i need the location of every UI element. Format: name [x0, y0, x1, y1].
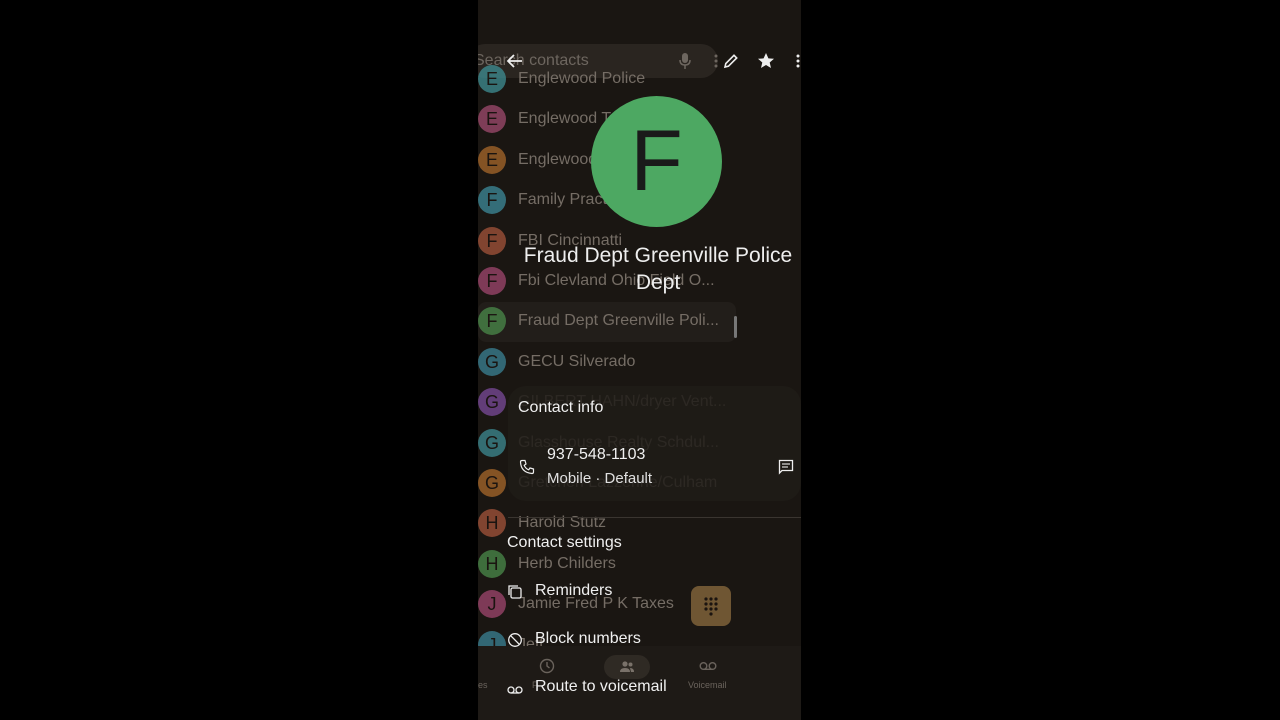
contact-avatar-small: F: [478, 267, 506, 295]
section-divider: [508, 517, 801, 518]
star-icon[interactable]: [756, 51, 776, 71]
setting-block-numbers[interactable]: Block numbers: [535, 630, 641, 648]
contact-avatar-small: H: [478, 509, 506, 538]
phone-icon: [519, 459, 535, 475]
reminders-icon: [508, 585, 522, 599]
contact-name-item: Herb Childers: [518, 554, 616, 572]
contact-avatar-small: F: [478, 186, 506, 215]
contact-name-item: Fraud Dept Greenville Poli...: [518, 312, 719, 330]
contact-avatar-small: E: [478, 65, 506, 93]
contact-row[interactable]: F Fraud Dept Greenville Poli...: [478, 301, 801, 341]
setting-reminders[interactable]: Reminders: [535, 582, 612, 600]
contact-row[interactable]: J Jamie Fred P K Taxes: [478, 584, 801, 624]
contact-name-item: GECU Silverado: [518, 352, 636, 370]
voicemail-icon: [507, 686, 523, 694]
scrollbar-thumb[interactable]: [734, 316, 737, 338]
contact-info-title: Contact info: [518, 399, 604, 416]
clock-icon[interactable]: [539, 658, 555, 674]
phone-label: Mobile · Default: [547, 470, 653, 487]
message-icon[interactable]: [778, 459, 794, 475]
contact-avatar-small: E: [478, 145, 506, 174]
contact-avatar-small: F: [478, 307, 506, 336]
contact-avatar-small: F: [478, 226, 506, 255]
nav-label-voicemail[interactable]: Voicemail: [688, 680, 727, 690]
contact-avatar-small: G: [478, 469, 506, 497]
phone-number[interactable]: 937-548-1103: [547, 446, 645, 464]
contact-settings-title: Contact settings: [507, 534, 622, 551]
contact-avatar-small: G: [478, 347, 506, 376]
voicemail-nav-icon[interactable]: [699, 660, 717, 672]
nav-contacts-active[interactable]: [604, 655, 650, 679]
back-arrow-icon[interactable]: [506, 52, 524, 70]
contact-row[interactable]: E Englewood Police: [478, 59, 801, 99]
dialpad-button[interactable]: [691, 586, 731, 626]
dialpad-icon: [704, 597, 718, 616]
contact-avatar-small: G: [478, 428, 506, 457]
contact-avatar: F: [591, 96, 722, 227]
contact-name: Fraud Dept Greenville Police Dept: [523, 244, 793, 294]
block-icon: [508, 633, 522, 647]
contact-avatar-small: J: [478, 590, 506, 619]
nav-label-recents-fragment[interactable]: es: [478, 680, 488, 690]
phone-screen: Search contacts E Englewood Police E Englew…: [478, 0, 801, 720]
contact-name-item: Englewood Police: [518, 70, 646, 87]
contact-row[interactable]: G GECU Silverado: [478, 342, 801, 382]
edit-icon[interactable]: [722, 52, 740, 70]
more-options-icon[interactable]: [796, 54, 800, 68]
people-icon: [620, 661, 634, 672]
contact-avatar-small: E: [478, 105, 506, 134]
setting-route-to-voicemail[interactable]: Route to voicemail: [535, 678, 667, 696]
contact-avatar-small: G: [478, 388, 506, 417]
contact-avatar-small: H: [478, 549, 506, 578]
